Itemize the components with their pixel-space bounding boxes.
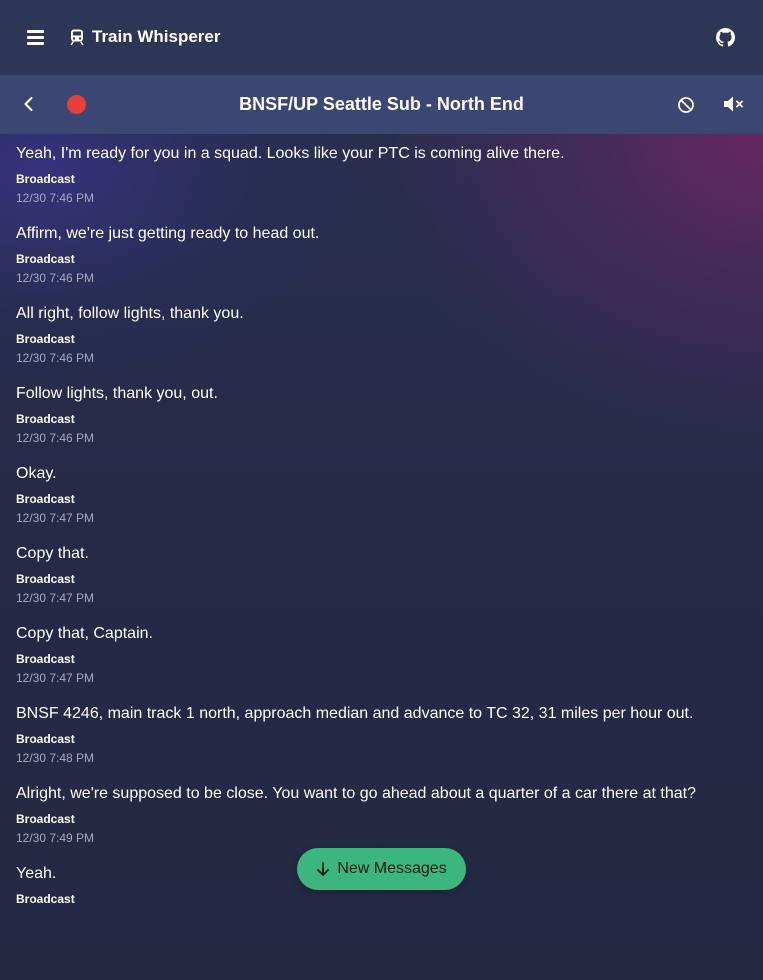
message-time: 12/30 7:47 PM <box>16 671 95 685</box>
channel-header: BNSF/UP Seattle Sub - North End <box>0 75 763 134</box>
message-time: 12/30 7:48 PM <box>16 751 95 765</box>
message-text: Copy that. <box>16 545 89 562</box>
menu-icon[interactable] <box>27 30 45 46</box>
app-brand[interactable]: Train Whisperer <box>70 27 220 47</box>
message-text: Alright, we're supposed to be close. You… <box>16 785 696 802</box>
app-title: Train Whisperer <box>92 27 221 46</box>
message-item: Affirm, we're just getting ready to head… <box>16 214 756 294</box>
message-time: 12/30 7:47 PM <box>16 591 95 605</box>
new-messages-button[interactable]: New Messages <box>297 848 466 890</box>
message-sender: Broadcast <box>16 252 75 266</box>
message-item: Yeah, I'm ready for you in a squad. Look… <box>16 134 756 214</box>
channel-title: BNSF/UP Seattle Sub - North End <box>239 94 524 114</box>
message-sender: Broadcast <box>16 732 75 746</box>
message-sender: Broadcast <box>16 412 75 426</box>
train-icon <box>70 29 84 45</box>
message-time: 12/30 7:46 PM <box>16 271 95 285</box>
block-icon[interactable] <box>677 96 695 114</box>
message-text: All right, follow lights, thank you. <box>16 305 244 322</box>
message-sender: Broadcast <box>16 572 75 586</box>
message-text: Copy that, Captain. <box>16 625 153 642</box>
message-time: 12/30 7:46 PM <box>16 431 95 445</box>
message-item: Copy that, Captain. Broadcast 12/30 7:47… <box>16 614 756 694</box>
message-sender: Broadcast <box>16 652 75 666</box>
message-text: BNSF 4246, main track 1 north, approach … <box>16 705 694 722</box>
message-sender: Broadcast <box>16 492 75 506</box>
message-sender: Broadcast <box>16 172 75 186</box>
message-time: 12/30 7:46 PM <box>16 351 95 365</box>
new-messages-label: New Messages <box>337 860 447 877</box>
message-item: Okay. Broadcast 12/30 7:47 PM <box>16 454 756 534</box>
message-text: Yeah, I'm ready for you in a squad. Look… <box>16 145 565 162</box>
message-text: Follow lights, thank you, out. <box>16 385 218 402</box>
message-item: Alright, we're supposed to be close. You… <box>16 774 756 854</box>
top-bar: Train Whisperer <box>0 0 763 75</box>
message-item: All right, follow lights, thank you. Bro… <box>16 294 756 374</box>
mute-icon[interactable] <box>723 95 745 113</box>
message-sender: Broadcast <box>16 332 75 346</box>
message-sender: Broadcast <box>16 812 75 826</box>
message-item: Follow lights, thank you, out. Broadcast… <box>16 374 756 454</box>
arrow-down-icon <box>317 861 330 876</box>
message-item: BNSF 4246, main track 1 north, approach … <box>16 694 756 774</box>
message-time: 12/30 7:46 PM <box>16 191 95 205</box>
message-item: Copy that. Broadcast 12/30 7:47 PM <box>16 534 756 614</box>
message-text: Yeah. <box>16 865 57 882</box>
message-time: 12/30 7:47 PM <box>16 511 95 525</box>
message-list[interactable]: Yeah, I'm ready for you in a squad. Look… <box>16 134 756 934</box>
message-text: Affirm, we're just getting ready to head… <box>16 225 320 242</box>
app: Train Whisperer BNSF/UP Seattle Sub - No… <box>0 0 763 980</box>
message-sender: Broadcast <box>16 892 75 906</box>
message-text: Okay. <box>16 465 57 482</box>
message-time: 12/30 7:49 PM <box>16 831 95 845</box>
github-icon[interactable] <box>716 28 735 47</box>
